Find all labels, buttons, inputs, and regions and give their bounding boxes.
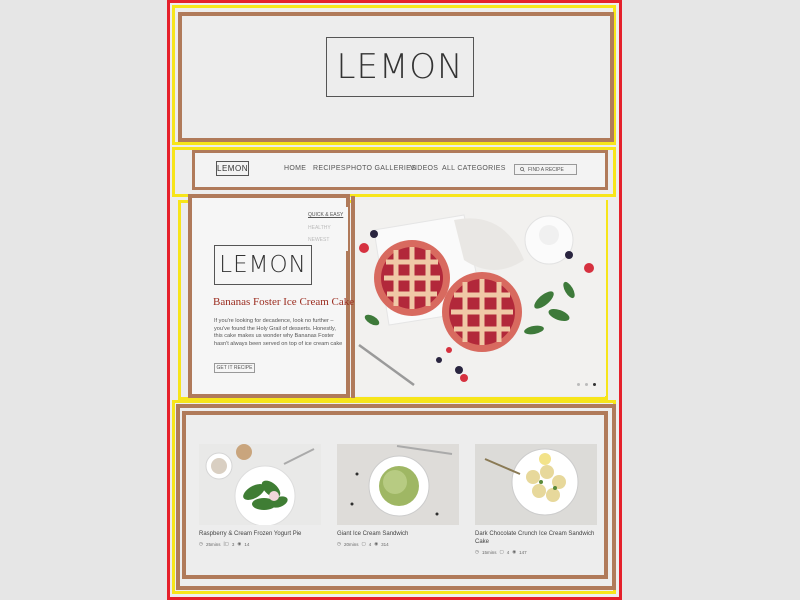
card-time: 20mins xyxy=(343,541,359,547)
card-image-3[interactable] xyxy=(475,444,597,525)
ravioli-photo xyxy=(475,444,597,525)
card-image-1[interactable] xyxy=(199,444,321,525)
hero-logo: LEMON xyxy=(214,245,312,285)
slider-dot[interactable] xyxy=(585,383,588,386)
search-placeholder: FIND A RECIPE xyxy=(528,166,564,173)
card-views: 314 xyxy=(381,541,389,547)
card-views: 14 xyxy=(244,541,250,547)
card-title-1[interactable]: Raspberry & Cream Frozen Yogurt Pie xyxy=(199,530,319,538)
get-recipe-button[interactable]: GET IT RECIPE xyxy=(214,363,255,373)
logo-text: LEMON xyxy=(336,47,464,87)
card-comments: 4 xyxy=(506,549,510,555)
hero-title[interactable]: Bananas Foster Ice Cream Cake xyxy=(213,296,354,308)
card-meta-2: ◷ 20mins ▢ 4 ◉ 314 xyxy=(337,541,389,547)
slider-dot-active[interactable] xyxy=(593,383,596,386)
card-image-2[interactable] xyxy=(337,444,459,525)
hero-logo-text: LEMON xyxy=(219,252,307,278)
dropdown-item-newest[interactable]: NEWEST xyxy=(308,237,329,243)
card-views: 147 xyxy=(519,549,527,555)
card-comments: 3 xyxy=(231,541,235,547)
eye-icon: ◉ xyxy=(374,541,379,546)
card-title-3[interactable]: Dark Chocolate Crunch Ice Cream Sandwich… xyxy=(475,530,595,546)
nav-item-home[interactable]: HOME xyxy=(284,165,306,172)
slider-dots xyxy=(577,383,596,386)
card-time: 25mins xyxy=(205,541,221,547)
hero-description: If you're looking for decadence, look no… xyxy=(214,318,343,347)
search-icon xyxy=(520,167,525,172)
nav-logo-text: LEMON xyxy=(217,164,248,173)
comment-icon: ▢ xyxy=(499,549,504,554)
site-logo[interactable]: LEMON xyxy=(326,37,474,97)
hero-image xyxy=(354,200,606,396)
nav-logo[interactable]: LEMON xyxy=(216,161,249,176)
comment-icon: ▢ xyxy=(361,541,366,546)
salad-photo xyxy=(199,444,321,525)
clock-icon: ◷ xyxy=(337,541,341,546)
slider-dot[interactable] xyxy=(577,383,580,386)
card-meta-3: ◷ 15mins ▢ 4 ◉ 147 xyxy=(475,549,527,555)
pies-photo xyxy=(354,200,606,396)
clock-icon: ◷ xyxy=(475,549,479,554)
eye-icon: ◉ xyxy=(512,549,517,554)
card-comments: 4 xyxy=(368,541,372,547)
nav-item-photo-galleries[interactable]: PHOTO GALLERIES xyxy=(346,165,416,172)
pasta-photo xyxy=(337,444,459,525)
dropdown-item-healthy[interactable]: HEALTHY xyxy=(308,225,331,231)
clock-icon: ◷ xyxy=(199,541,203,546)
dropdown-item-quick-easy[interactable]: QUICK & EASY xyxy=(308,212,343,218)
eye-icon: ◉ xyxy=(237,541,242,546)
card-title-2[interactable]: Giant Ice Cream Sandwich xyxy=(337,530,457,538)
card-time: 15mins xyxy=(481,549,497,555)
search-box[interactable]: FIND A RECIPE xyxy=(514,164,577,175)
card-meta-1: ◷ 25mins |▢ 3 ◉ 14 xyxy=(199,541,249,547)
nav-item-videos[interactable]: VIDEOS xyxy=(410,165,438,172)
comment-icon: |▢ xyxy=(223,541,229,546)
nav-item-all-categories[interactable]: ALL CATEGORIES xyxy=(442,165,506,172)
nav-item-recipes[interactable]: RECIPES xyxy=(313,165,346,172)
